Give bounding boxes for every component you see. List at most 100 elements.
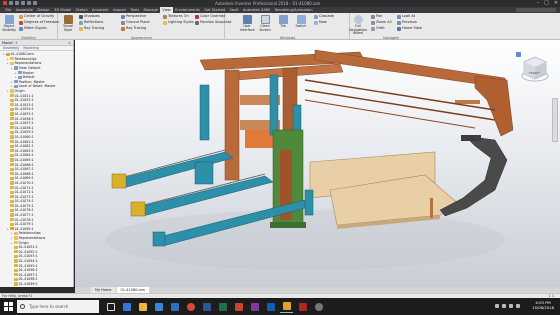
yellow-block-2 (130, 201, 146, 217)
tab-assembly[interactable]: Assembly (3, 46, 19, 50)
expand-icon[interactable]: + (2, 52, 5, 56)
expand-icon[interactable]: + (6, 227, 9, 231)
clean-screen-button[interactable]: Clean Screen (258, 15, 272, 32)
ray-tracing-button[interactable]: Ray Tracing (121, 26, 146, 31)
lighting-styles-label: Lighting Styles (168, 20, 194, 24)
look-at-button[interactable]: Look At (397, 14, 415, 19)
chrome-button[interactable] (184, 300, 197, 313)
taskbar-search-input[interactable]: Type here to search (17, 300, 99, 313)
part-icon (14, 268, 18, 272)
visual-style-button[interactable]: Visual Style (61, 15, 75, 32)
degrees-of-freedom-button[interactable]: Degrees of Freedom (19, 20, 59, 25)
close-icon[interactable]: × (68, 41, 71, 45)
color-override-button[interactable]: Color Override (195, 14, 225, 19)
expand-icon[interactable]: + (14, 75, 17, 79)
open-icon[interactable] (15, 1, 19, 5)
imate-glyphs-button[interactable]: iMate Glyphs (19, 26, 47, 31)
ground-plane-button[interactable]: Ground Plane (121, 20, 150, 25)
minimize-icon[interactable]: – (537, 0, 540, 7)
expand-icon[interactable]: + (6, 89, 9, 93)
two-lights-button[interactable]: Ray Tracing (79, 26, 104, 31)
undo-icon[interactable] (27, 1, 31, 5)
powerpoint-button[interactable] (232, 300, 245, 313)
browser-node[interactable]: 01-41099:1 (0, 282, 73, 287)
expand-icon[interactable]: + (10, 80, 13, 84)
part-icon (10, 176, 14, 180)
expand-icon[interactable]: + (10, 84, 13, 88)
windows-group: User Interface Clean Screen Tile Switch … (226, 13, 350, 40)
reflections-button[interactable]: Reflections (79, 20, 103, 25)
part-icon (10, 218, 14, 222)
browser-node-label: 01-41095:1 (18, 263, 38, 268)
ground-plane-icon (121, 20, 125, 25)
new-window-button[interactable]: New (314, 20, 327, 25)
expand-icon[interactable]: + (6, 61, 9, 65)
user-interface-button[interactable]: User Interface (240, 15, 255, 32)
expand-icon[interactable]: + (10, 66, 13, 70)
object-visibility-button[interactable]: Object Visibility (2, 15, 16, 32)
assembly-icon (10, 227, 14, 231)
perspective-button[interactable]: Perspective (121, 14, 146, 19)
expand-icon[interactable]: + (10, 236, 13, 240)
redo-icon[interactable] (33, 1, 37, 5)
part-icon (14, 277, 18, 281)
word-button[interactable] (200, 300, 213, 313)
save-icon[interactable] (21, 1, 25, 5)
help-search-input[interactable] (516, 8, 556, 12)
onenote-button[interactable] (248, 300, 261, 313)
home-view-icon[interactable] (516, 52, 521, 57)
tile-button[interactable]: Tile (276, 15, 290, 29)
network-icon[interactable] (502, 304, 506, 308)
autodesk-button[interactable] (296, 300, 309, 313)
browser-node-label: 01-41070:1 (14, 180, 34, 185)
expand-icon[interactable]: + (10, 231, 13, 235)
part-icon (10, 181, 14, 185)
browser-node-label: 01-41062:1 (14, 144, 34, 149)
outlook-button[interactable] (264, 300, 277, 313)
volume-icon[interactable] (509, 304, 513, 308)
settings-button[interactable] (312, 300, 325, 313)
inventor-button[interactable] (280, 300, 293, 313)
windows-start-icon[interactable] (4, 302, 13, 311)
file-explorer-button[interactable] (136, 300, 149, 313)
system-tray (495, 304, 520, 308)
cascade-button[interactable]: Cascade (314, 14, 334, 19)
lighting-styles-button[interactable]: Lighting Styles (163, 20, 194, 25)
graphics-viewport[interactable]: FRONT (75, 40, 560, 287)
zoom-all-button[interactable]: Zoom All (371, 20, 392, 25)
mail-button[interactable] (168, 300, 181, 313)
part-icon (10, 135, 14, 139)
new-icon[interactable] (9, 1, 13, 5)
close-icon[interactable]: × (554, 0, 558, 7)
add-panel-icon[interactable]: + (15, 41, 18, 45)
shadows-button[interactable]: Shadows (79, 14, 100, 19)
edge-button[interactable] (120, 300, 133, 313)
browser-node-label: Master (22, 70, 34, 75)
center-of-gravity-button[interactable]: Center of Gravity (19, 14, 54, 19)
expand-icon[interactable]: + (10, 241, 13, 245)
switch-label: Switch (295, 24, 307, 28)
browser-node-label: Representations (14, 61, 42, 66)
switch-button[interactable]: Switch (294, 15, 308, 29)
store-button[interactable] (152, 300, 165, 313)
orbit-button[interactable]: Orbit (371, 26, 385, 31)
full-navigation-wheel-button[interactable]: Full Navigation Wheel (348, 15, 368, 36)
chevron-up-icon[interactable] (495, 304, 499, 308)
viewcube[interactable]: FRONT (516, 52, 550, 88)
navigation-bar[interactable] (552, 98, 558, 142)
outlook-icon (266, 302, 275, 311)
maximize-icon[interactable]: □ (544, 0, 549, 7)
previous-view-button[interactable]: Previous (397, 20, 417, 25)
clock[interactable]: 4:03 PM 15/08/2018 (532, 300, 554, 310)
tab-modeling[interactable]: Modeling (23, 46, 38, 50)
keyboard-icon[interactable] (516, 304, 520, 308)
expand-icon[interactable]: + (6, 57, 9, 61)
task-view-button[interactable] (104, 300, 117, 313)
textures-on-button[interactable]: Textures On (163, 14, 189, 19)
app-menu-icon[interactable] (3, 1, 7, 5)
expand-icon[interactable]: + (14, 71, 17, 75)
home-view-button[interactable]: Home View (397, 26, 422, 31)
pan-button[interactable]: Pan (371, 14, 382, 19)
excel-button[interactable] (216, 300, 229, 313)
browser-node-label: 01-41092:1 (18, 249, 38, 254)
